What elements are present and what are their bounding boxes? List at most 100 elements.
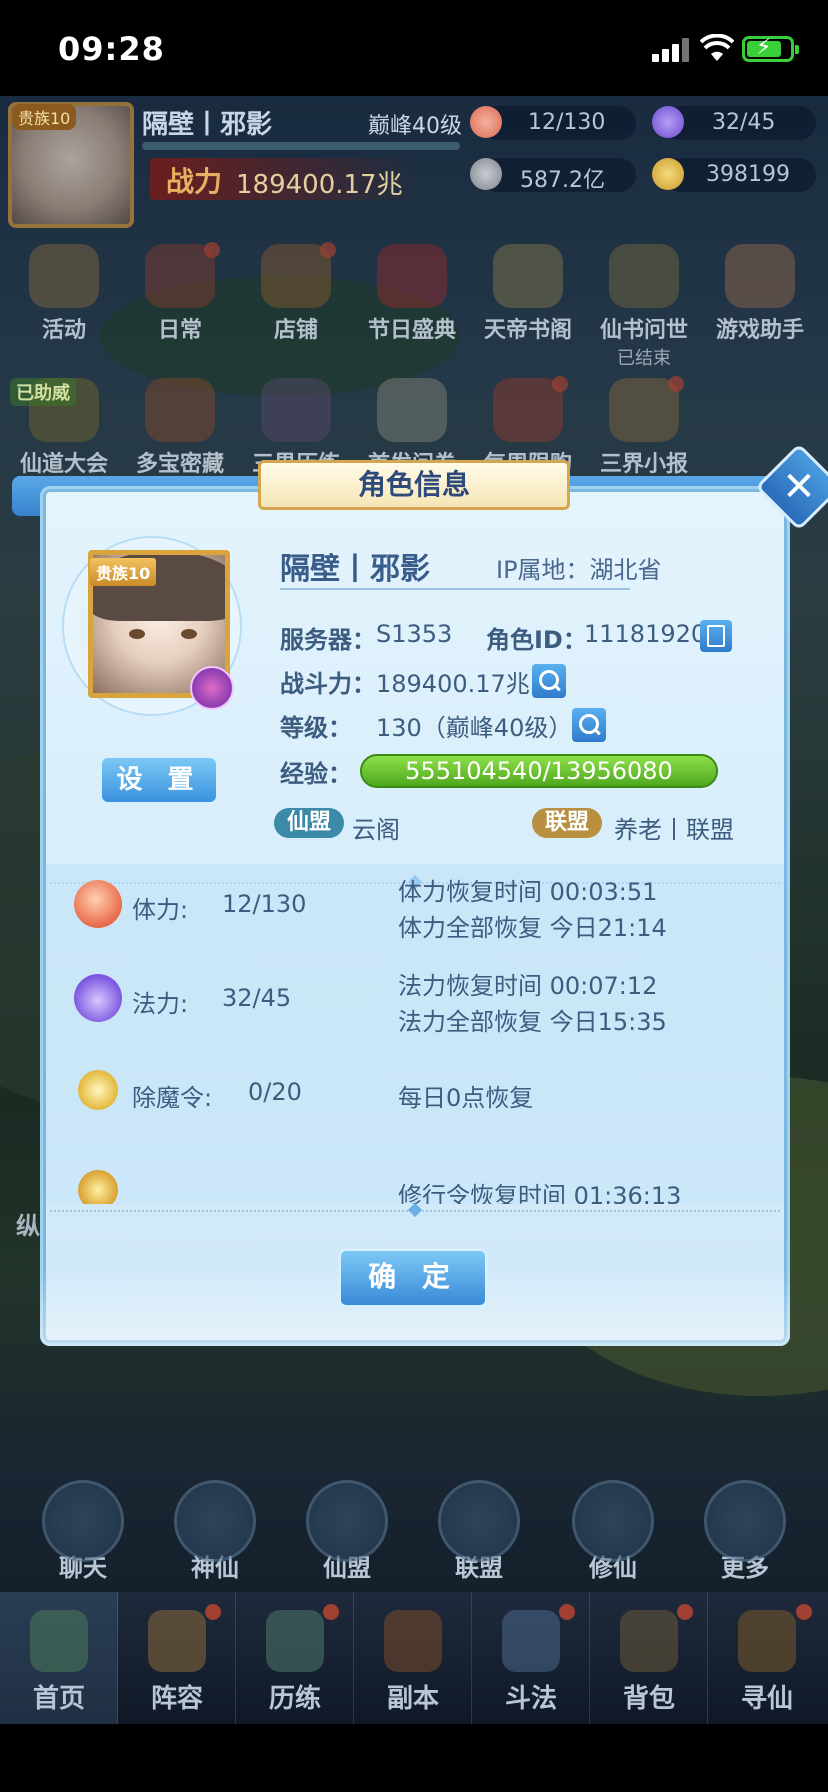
menu-assistant[interactable]: 游戏助手 [704,244,816,344]
menu-news[interactable]: 三界小报 [588,376,700,478]
alliance-name[interactable]: 养老丨联盟 [614,810,734,845]
wifi-icon [700,34,734,61]
nav-duel[interactable]: 斗法 [472,1592,590,1724]
menu-activity[interactable]: 活动 [8,244,120,344]
role-id-value: 11181920 [584,620,707,648]
exp-value: 555104540/13956080 [405,757,673,785]
nav-label: 寻仙 [740,1684,793,1714]
mana-label: 法力: [132,990,189,1018]
mana-recover-time: 法力恢复时间 00:07:12 [398,972,658,1000]
menu-treasure[interactable]: 多宝密藏 [124,378,236,478]
clock: 09:28 [58,30,165,68]
book-icon [493,244,563,308]
lineup-icon [148,1610,206,1672]
menu-daily[interactable]: 日常 [124,242,236,344]
portrait-eye [181,629,197,639]
nav-lineup[interactable]: 阵容 [118,1592,236,1724]
ended-label: 已结束 [617,348,671,369]
more-button[interactable]: 更多 [690,1480,800,1583]
ingot-icon [652,158,684,190]
peach-icon [470,106,502,138]
menu-label: 天帝书阁 [483,318,572,343]
practice-token-recover: 修行令恢复时间 01:36:13 [398,1182,682,1204]
guild-name[interactable]: 云阁 [352,810,400,845]
notification-dot [796,1604,812,1620]
search-icon[interactable] [572,708,606,742]
server-label: 服务器： [280,626,376,654]
player-name: 隔壁丨邪影 [142,110,273,140]
token-icon [78,1070,118,1110]
demon-token-recover: 每日0点恢复 [398,1084,534,1112]
mana-value: 32/45 [712,110,776,135]
mana-full-recover: 法力全部恢复 今日15:35 [398,1008,667,1036]
flame-icon [74,974,122,1022]
nav-home[interactable]: 首页 [0,1592,118,1724]
copy-icon[interactable] [700,620,732,652]
settings-button[interactable]: 设 置 [100,756,218,804]
notification-dot [668,376,684,392]
notification-dot [552,376,568,392]
search-icon[interactable] [532,664,566,698]
stamina-label: 体力: [132,896,189,924]
guild-button[interactable]: 仙盟 [292,1480,402,1583]
alliance-icon [438,1480,520,1562]
practice-icon [78,1170,118,1204]
ip-location: IP属地：湖北省 [496,556,662,584]
notification-dot [559,1604,575,1620]
server-value: S1353 [376,620,453,648]
vip-badge: 贵族10 [12,104,77,130]
scroll-icon [738,1610,796,1672]
fox-icon [725,244,795,308]
power-label: 战斗力： [280,670,376,698]
status-bar: 09:28 ⚡ [0,0,828,96]
nav-seek[interactable]: 寻仙 [708,1592,826,1724]
nav-bag[interactable]: 背包 [590,1592,708,1724]
alliance-tag: 联盟 [532,808,602,838]
activity-icon [29,244,99,308]
gift-icon [377,244,447,308]
vip-badge: 贵族10 [90,558,157,586]
home-icon [30,1610,88,1672]
bag-icon [620,1610,678,1672]
more-icon [704,1480,786,1562]
ingot-value: 398199 [706,162,790,187]
menu-library[interactable]: 天帝书阁 [472,244,584,344]
chat-icon [42,1480,124,1562]
power-value: 189400.17兆 [376,670,530,698]
level-value: 130（巅峰40级） [376,714,573,742]
stamina-full-recover: 体力全部恢复 今日21:14 [398,914,667,942]
gate-icon [384,1610,442,1672]
nav-trials[interactable]: 历练 [236,1592,354,1724]
menu-label: 游戏助手 [715,318,804,343]
demon-token-label: 除魔令: [132,1084,213,1112]
notification-dot [323,1604,339,1620]
chat-button[interactable]: 聊天 [28,1480,138,1583]
menu-label: 多宝密藏 [135,452,224,477]
coin-value: 587.2亿 [520,168,605,193]
menu-label: 店铺 [273,318,318,343]
nav-label: 历练 [268,1684,321,1714]
signal-icon [652,38,692,62]
menu-immortal-book[interactable]: 仙书问世 已结束 [588,244,700,370]
notification-dot [320,242,336,258]
dialog-title: 角色信息 [357,468,470,501]
confirm-button[interactable]: 确 定 [338,1248,488,1308]
stamina-value: 12/130 [222,890,307,918]
cultivate-button[interactable]: 修仙 [558,1480,668,1583]
trial-icon [261,378,331,442]
survey-icon [377,378,447,442]
nav-label: 副本 [386,1684,439,1714]
coin-icon [470,158,502,190]
duel-icon [502,1610,560,1672]
menu-shop[interactable]: 店铺 [240,242,352,344]
book-icon [609,244,679,308]
guild-tag: 仙盟 [274,808,344,838]
crane-icon [572,1480,654,1562]
demon-token-value: 0/20 [248,1078,302,1106]
nav-dungeon[interactable]: 副本 [354,1592,472,1724]
notification-dot [205,1604,221,1620]
alliance-button[interactable]: 联盟 [424,1480,534,1583]
close-icon[interactable]: ✕ [774,464,824,510]
menu-festival[interactable]: 节日盛典 [356,244,468,344]
immortals-button[interactable]: 神仙 [160,1480,270,1583]
